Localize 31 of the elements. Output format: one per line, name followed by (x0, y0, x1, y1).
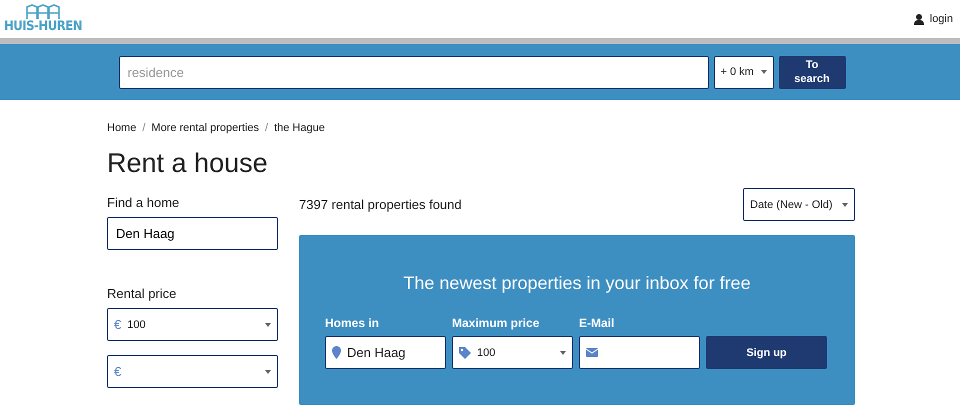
max-price-label: Maximum price (452, 316, 540, 330)
price-label: Rental price (107, 286, 178, 301)
find-label: Find a home (107, 195, 180, 210)
breadcrumb-separator: / (142, 122, 146, 134)
price-tag-icon (459, 346, 471, 358)
radius-select[interactable]: + 0 km (714, 56, 774, 88)
login-link[interactable]: login (914, 13, 953, 25)
results-count: 7397 rental properties found (299, 197, 462, 212)
email-field[interactable] (579, 336, 700, 369)
breadcrumb-link[interactable]: More rental properties (151, 122, 260, 134)
alert-heading: The newest properties in your inbox for free (402, 273, 752, 294)
city-field[interactable]: Den Haag (107, 217, 278, 250)
location-pin-icon (332, 346, 341, 359)
email-label: E-Mail (579, 316, 616, 330)
breadcrumb-link[interactable]: Home (107, 122, 136, 134)
envelope-icon (586, 348, 598, 357)
breadcrumb-link[interactable]: the Hague (274, 122, 325, 134)
sort-select[interactable]: Date (New - Old) (743, 188, 855, 221)
min-price-select[interactable]: € 100 (107, 308, 278, 341)
homes-field[interactable]: Den Haag (325, 336, 446, 369)
user-icon (914, 14, 924, 24)
logo-text: HUIS-HUREN (4, 20, 82, 34)
max-price-select[interactable]: € (107, 355, 278, 388)
search-field[interactable]: residence (118, 56, 708, 88)
max-price-field[interactable]: 100 (452, 336, 573, 369)
signup-button[interactable]: Sign up (706, 336, 827, 369)
search-button[interactable]: To search (778, 56, 846, 88)
houses-icon (26, 4, 60, 20)
page-title: Rent a house (107, 148, 269, 179)
homes-label: Homes in (325, 316, 380, 330)
breadcrumb-separator: / (265, 122, 268, 134)
